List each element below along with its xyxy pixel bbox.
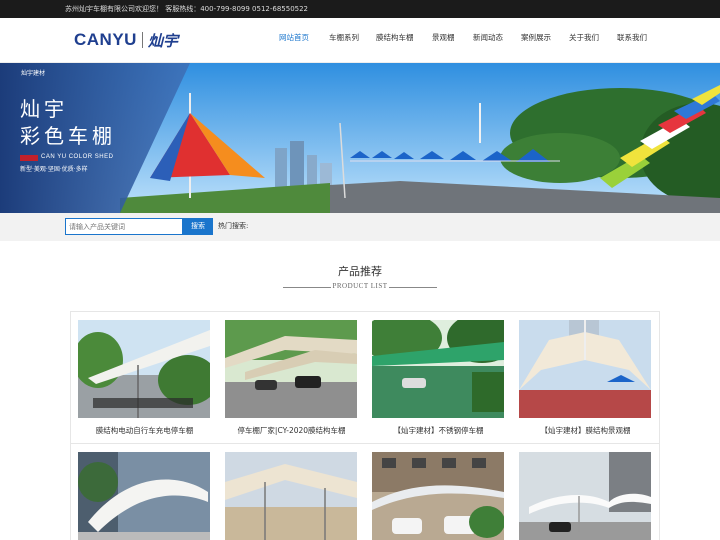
banner-title-line2: 彩色车棚 <box>20 124 116 148</box>
product-image[interactable] <box>225 320 357 418</box>
product-card[interactable]: 膜结构电动自行车充电停车棚 <box>71 312 219 444</box>
welcome-hotline-text: 苏州灿宇车棚有限公司欢迎您！ 客服热线：400-799-8099 0512-68… <box>65 5 309 13</box>
nav-shed-series[interactable]: 车棚系列 <box>329 32 359 48</box>
product-image[interactable] <box>372 452 504 540</box>
product-card[interactable] <box>365 444 513 540</box>
product-grid: 膜结构电动自行车充电停车棚 停车棚厂家|CY-2020膜结构车棚 【灿宇建材】不… <box>70 311 660 540</box>
nav-about[interactable]: 关于我们 <box>569 32 599 48</box>
banner-brand-mark: 灿宇建材 <box>21 70 46 77</box>
site-header: CANYU 灿宇 网站首页 车棚系列 膜结构车棚 景观棚 新闻动态 案例展示 关… <box>0 18 720 63</box>
product-image[interactable] <box>78 320 210 418</box>
product-card[interactable] <box>218 444 366 540</box>
product-image[interactable] <box>225 452 357 540</box>
products-section-subtitle: PRODUCT LIST <box>332 282 388 290</box>
banner-red-bar <box>20 155 38 161</box>
hot-search-label: 热门搜索: <box>218 222 249 230</box>
logo-english: CANYU <box>74 30 137 49</box>
product-card[interactable] <box>512 444 660 540</box>
product-image[interactable] <box>519 452 651 540</box>
product-card[interactable]: 停车棚厂家|CY-2020膜结构车棚 <box>218 312 366 444</box>
product-card[interactable]: 【灿宇建材】不锈钢停车棚 <box>365 312 513 444</box>
product-caption[interactable]: 停车棚厂家|CY-2020膜结构车棚 <box>218 425 365 436</box>
product-caption[interactable]: 膜结构电动自行车充电停车棚 <box>71 425 218 436</box>
site-logo[interactable]: CANYU 灿宇 <box>74 27 178 53</box>
nav-cases[interactable]: 案例展示 <box>521 32 551 48</box>
heading-right-rule <box>389 287 437 288</box>
product-caption[interactable]: 【灿宇建材】膜结构景观棚 <box>512 425 659 436</box>
product-image[interactable] <box>372 320 504 418</box>
product-card[interactable]: 【灿宇建材】膜结构景观棚 <box>512 312 660 444</box>
search-button[interactable]: 搜索 <box>183 218 213 235</box>
products-section-title: 产品推荐 <box>338 265 382 278</box>
banner-slogan: 新型·美观·坚固·优质·多样 <box>20 166 88 173</box>
product-caption[interactable]: 【灿宇建材】不锈钢停车棚 <box>365 425 512 436</box>
banner-title-line1: 灿宇 <box>20 97 68 121</box>
product-image[interactable] <box>78 452 210 540</box>
product-search-input[interactable] <box>65 218 183 235</box>
hero-banner[interactable]: 灿宇建材 灿宇 彩色车棚 CAN YU COLOR SHED 新型·美观·坚固·… <box>0 63 720 213</box>
nav-landscape-shed[interactable]: 景观棚 <box>432 32 455 48</box>
nav-news[interactable]: 新闻动态 <box>473 32 503 48</box>
product-image[interactable] <box>519 320 651 418</box>
logo-chinese: 灿宇 <box>147 31 178 50</box>
search-bar: 搜索 热门搜索: <box>0 213 720 241</box>
top-info-bar: 苏州灿宇车棚有限公司欢迎您！ 客服热线：400-799-8099 0512-68… <box>0 0 720 18</box>
nav-contact[interactable]: 联系我们 <box>617 32 647 48</box>
banner-english-title: CAN YU COLOR SHED <box>41 154 114 160</box>
nav-membrane-shed[interactable]: 膜结构车棚 <box>376 32 414 48</box>
nav-home[interactable]: 网站首页 <box>279 32 309 48</box>
logo-divider <box>141 32 143 48</box>
product-card[interactable] <box>71 444 219 540</box>
